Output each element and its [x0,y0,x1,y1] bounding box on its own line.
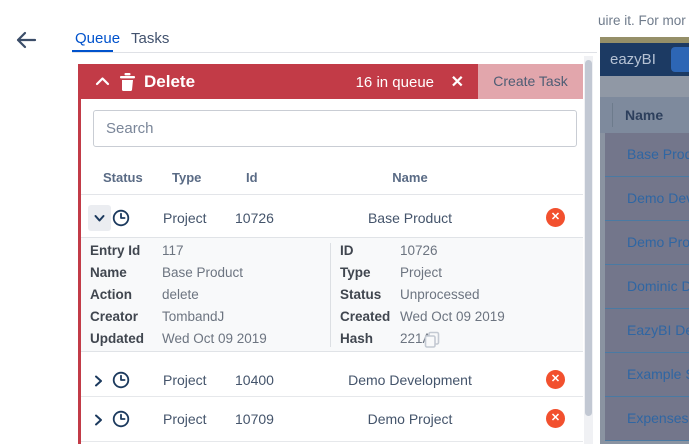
background-table-header: Name [600,97,689,133]
license-notice-text: uire it. For mor [598,13,686,28]
scrollbar-thumb[interactable] [585,60,592,416]
detail-label: Updated [90,331,162,346]
detail-value: 117 [162,243,184,258]
trash-icon [119,72,136,91]
queue-panel-header: Delete 16 in queue ✕ [78,64,478,99]
row-separator [81,441,583,442]
table-row: EazyBI Dem [605,309,689,353]
detail-label: ID [340,243,400,258]
project-link[interactable]: Demo Proje [627,221,689,264]
detail-value: delete [162,287,199,302]
collapse-chevron-icon[interactable] [95,75,110,88]
background-table: Base Produc Demo Devel Demo Proje Domini… [600,133,689,444]
column-header-type: Type [172,170,201,185]
table-row: Base Produc [605,133,689,177]
project-link[interactable]: Demo Devel [627,177,689,220]
project-link[interactable]: Example Se [627,353,689,396]
copy-hash-icon[interactable] [424,331,440,348]
tab-bar-divider [72,52,597,53]
header-separator [81,194,583,195]
row-type: Project [163,372,207,388]
expand-row-button[interactable] [93,413,105,425]
table-row: Dominic De [605,265,689,309]
detail-value: TombandJ [162,309,224,324]
row-id: 10400 [235,372,274,388]
detail-value: Unprocessed [400,287,480,302]
project-link[interactable]: Base Produc [627,133,689,176]
table-row: Demo Devel [605,177,689,221]
row-id: 10709 [235,411,274,427]
detail-value: 10726 [400,243,438,258]
detail-value: Base Product [162,265,243,280]
column-header-status: Status [103,170,143,185]
project-link[interactable]: Expenses [627,397,688,440]
search-input[interactable] [93,110,577,147]
queue-count: 16 in queue [356,74,434,91]
detail-label: Type [340,265,400,280]
project-link[interactable]: EazyBI Dem [627,309,689,352]
create-task-button[interactable]: Create Task [478,64,583,99]
row-type: Project [163,411,207,427]
pending-clock-icon [112,209,130,232]
column-header-id: Id [246,170,258,185]
collapse-row-button[interactable] [88,205,111,231]
row-type: Project [163,210,207,226]
table-row: Demo Proje [605,221,689,265]
detail-column-divider [330,243,331,347]
tab-tasks[interactable]: Tasks [131,30,169,47]
row-name: Demo Project [305,411,515,427]
detail-label: Status [340,287,400,302]
eazybi-logo: eazyBI [610,43,656,76]
tab-queue[interactable]: Queue [75,30,120,47]
detail-label: Created [340,309,400,324]
row-name: Base Product [305,210,515,226]
remove-from-queue-button[interactable]: ✕ [546,208,565,227]
remove-from-queue-button[interactable]: ✕ [546,370,565,389]
detail-value: Wed Oct 09 2019 [162,331,267,346]
row-name: Demo Development [305,372,515,388]
column-divider [612,103,613,127]
detail-label: Action [90,287,162,302]
detail-label: Hash [340,331,400,346]
detail-label: Entry Id [90,243,162,258]
pending-clock-icon [112,410,130,433]
panel-title: Delete [144,72,195,92]
detail-value: Project [400,265,442,280]
table-row: Expenses [605,397,689,441]
remove-from-queue-button[interactable]: ✕ [546,409,565,428]
active-tab-underline [72,50,113,52]
detail-value: Wed Oct 09 2019 [400,309,505,324]
dimmed-toolbar-strip [600,76,689,97]
project-link[interactable]: Dominic De [627,265,689,308]
detail-label: Creator [90,309,162,324]
column-header-name: Name [350,170,470,185]
top-bar-button[interactable] [671,47,689,72]
name-column-header: Name [625,97,663,133]
close-icon[interactable]: ✕ [451,72,464,92]
expand-row-button[interactable] [93,374,105,386]
screen: uire it. For mor eazyBI Name Base Produc… [0,0,689,444]
table-row: Example Se [605,353,689,397]
pending-clock-icon [112,371,130,394]
row-id: 10726 [235,210,274,226]
app-top-bar: eazyBI [600,43,689,76]
back-arrow-icon[interactable] [14,30,40,52]
detail-label: Name [90,265,162,280]
row-separator [81,396,583,397]
